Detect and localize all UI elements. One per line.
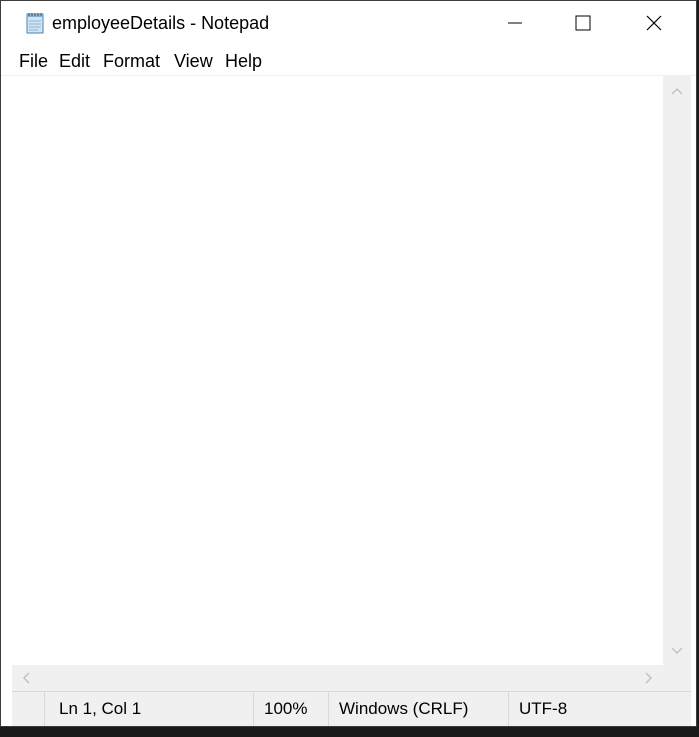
maximize-button[interactable] xyxy=(560,1,606,45)
menu-help[interactable]: Help xyxy=(225,51,262,72)
menu-bar: File Edit Format View Help xyxy=(1,45,696,76)
window-title: employeeDetails - Notepad xyxy=(52,13,270,33)
maximize-icon xyxy=(575,15,591,31)
notepad-icon[interactable] xyxy=(23,11,47,35)
status-zoom: 100% xyxy=(253,692,328,726)
menu-format[interactable]: Format xyxy=(103,51,160,72)
text-editor[interactable] xyxy=(12,76,663,665)
minimize-button[interactable] xyxy=(492,1,538,45)
status-spacer xyxy=(12,692,44,726)
status-bar: Ln 1, Col 1 100% Windows (CRLF) UTF-8 xyxy=(12,691,691,726)
scroll-up-icon[interactable] xyxy=(670,84,684,98)
menu-edit[interactable]: Edit xyxy=(59,51,90,72)
close-button[interactable] xyxy=(631,1,677,45)
close-icon xyxy=(646,15,662,31)
menu-file[interactable]: File xyxy=(19,51,48,72)
minimize-icon xyxy=(508,22,522,24)
horizontal-scrollbar[interactable] xyxy=(12,665,663,691)
status-cursor-position: Ln 1, Col 1 xyxy=(44,692,253,726)
status-line-endings: Windows (CRLF) xyxy=(328,692,508,726)
scroll-right-icon[interactable] xyxy=(642,671,656,685)
scrollbar-corner xyxy=(663,665,691,691)
title-bar[interactable]: employeeDetails - Notepad xyxy=(1,1,696,45)
scroll-down-icon[interactable] xyxy=(670,644,684,658)
menu-view[interactable]: View xyxy=(174,51,213,72)
status-encoding: UTF-8 xyxy=(508,692,691,726)
scroll-left-icon[interactable] xyxy=(19,671,33,685)
vertical-scrollbar[interactable] xyxy=(663,76,691,665)
notepad-window: employeeDetails - Notepad File Edit Form… xyxy=(0,0,697,727)
